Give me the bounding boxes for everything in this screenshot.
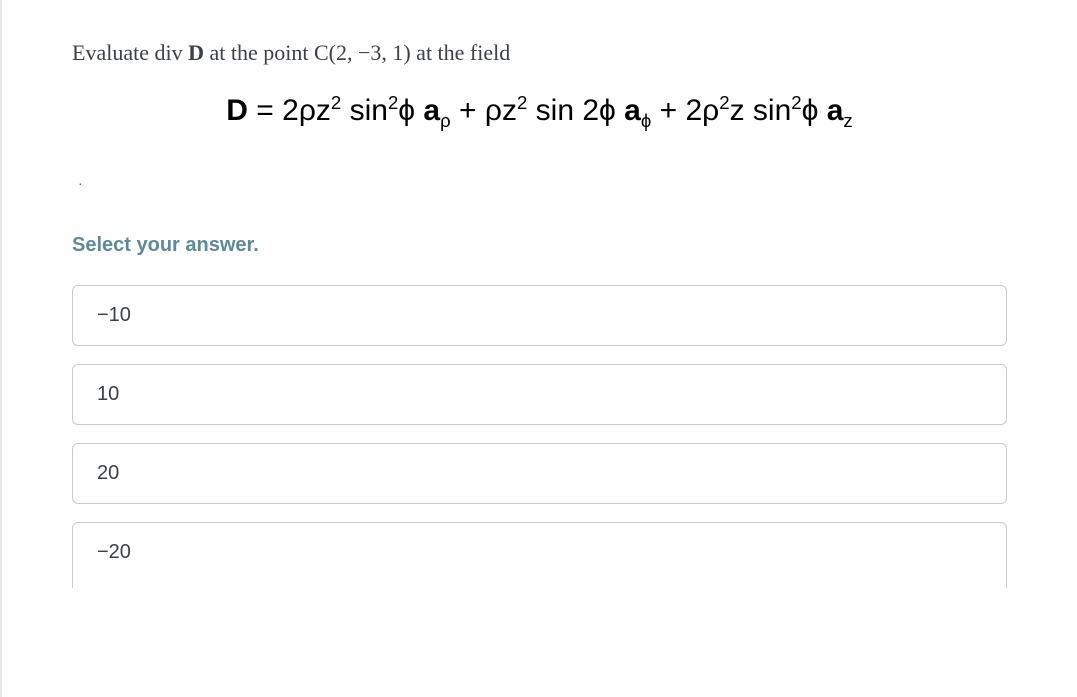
select-answer-label: Select your answer.: [72, 234, 1007, 257]
answer-label: −20: [97, 541, 131, 563]
eq-t2a: ρz: [485, 94, 517, 127]
eq-sup: 2: [517, 92, 527, 113]
eq-sup: 2: [719, 92, 729, 113]
decorative-dot: ·: [78, 178, 1007, 194]
prompt-bold: D: [188, 40, 204, 65]
eq-plus: +: [451, 94, 485, 127]
answer-label: 20: [97, 462, 119, 484]
eq-t1a: 2ρz: [282, 94, 331, 127]
eq-t3b: z sin: [730, 94, 792, 127]
question-prompt: Evaluate div D at the point C(2, −3, 1) …: [72, 40, 1007, 66]
eq-sub: z: [843, 110, 852, 131]
prompt-suffix: at the point C(2, −3, 1) at the field: [204, 40, 510, 65]
eq-sub: ϕ: [641, 110, 651, 131]
equation-container: D = 2ρz2 sin2ϕ aρ + ρz2 sin 2ϕ aϕ + 2ρ2z…: [72, 94, 1007, 128]
equation: D = 2ρz2 sin2ϕ aρ + ρz2 sin 2ϕ aϕ + 2ρ2z…: [226, 94, 852, 128]
eq-vec: a: [423, 94, 440, 127]
eq-t3c: ϕ: [802, 94, 827, 127]
answers-list: −10 10 20 −20: [72, 285, 1007, 588]
answer-label: 10: [97, 383, 119, 405]
eq-vec: a: [624, 94, 641, 127]
eq-sub: ρ: [440, 110, 451, 131]
eq-t3a: 2ρ: [685, 94, 719, 127]
eq-lhs: D: [226, 94, 248, 127]
eq-t1b: sin: [341, 94, 388, 127]
eq-plus: +: [651, 94, 685, 127]
eq-sup: 2: [791, 92, 801, 113]
answer-option-1[interactable]: −10: [72, 285, 1007, 346]
eq-sup: 2: [331, 92, 341, 113]
eq-t1c: ϕ: [398, 94, 423, 127]
eq-sup: 2: [388, 92, 398, 113]
eq-vec: a: [827, 94, 844, 127]
eq-equals: =: [248, 94, 282, 127]
answer-label: −10: [97, 304, 131, 326]
answer-option-2[interactable]: 10: [72, 364, 1007, 425]
prompt-prefix: Evaluate div: [72, 40, 188, 65]
eq-t2b: sin 2ϕ: [527, 94, 624, 127]
answer-option-4[interactable]: −20: [72, 522, 1007, 588]
answer-option-3[interactable]: 20: [72, 443, 1007, 504]
